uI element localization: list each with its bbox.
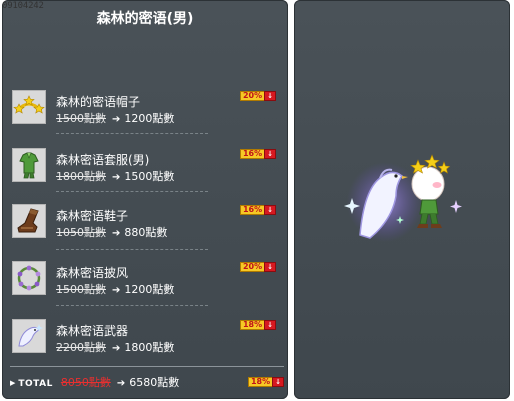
item-price: 1800點數 ➔ 1500點數 <box>56 168 174 184</box>
original-price: 2200點數 <box>56 341 106 354</box>
original-price: 1500點數 <box>56 283 106 296</box>
discount-percent: 16% <box>239 149 265 159</box>
item-name: 森林密语武器 <box>56 324 129 338</box>
row-divider <box>56 133 208 134</box>
item-name: 森林的密语帽子 <box>56 95 141 109</box>
original-price: 1500點數 <box>56 112 106 125</box>
item-name: 森林密语披风 <box>56 266 129 280</box>
arrow-right-icon: ➔ <box>112 114 121 125</box>
white-bird-weapon-icon <box>12 319 46 353</box>
discount-badge: 20% ↓ <box>239 91 276 101</box>
arrow-down-icon: ↓ <box>272 377 284 387</box>
arrow-right-icon: ➔ <box>112 228 121 239</box>
item-name: 森林密语套服(男) <box>56 153 150 167</box>
item-price: 2200點數 ➔ 1800點數 <box>56 339 174 355</box>
item-price: 1050點數 ➔ 880點數 <box>56 224 167 240</box>
arrow-right-icon: ➔ <box>112 285 121 296</box>
triangle-right-icon: ▶ <box>10 379 16 387</box>
item-name: 森林密语鞋子 <box>56 209 129 223</box>
total-label: TOTAL <box>18 379 53 389</box>
row-divider <box>56 191 208 192</box>
arrow-down-icon: ↓ <box>264 205 276 215</box>
sale-price: 1200點數 <box>124 112 175 125</box>
total-sale-price: 6580點數 <box>129 376 180 389</box>
original-price: 1800點數 <box>56 170 106 183</box>
arrow-right-icon: ➔ <box>112 343 121 354</box>
list-item[interactable]: 森林密语披风 1500點數 ➔ 1200點數 20% ↓ <box>12 258 284 300</box>
arrow-down-icon: ↓ <box>264 262 276 272</box>
discount-badge: 20% ↓ <box>239 262 276 272</box>
discount-badge: 16% ↓ <box>239 205 276 215</box>
list-item[interactable]: 森林密语鞋子 1050點數 ➔ 880點數 16% ↓ <box>12 201 284 243</box>
row-divider <box>56 249 208 250</box>
discount-percent: 18% <box>247 377 273 387</box>
sale-price: 880點數 <box>124 226 168 239</box>
sale-price: 1800點數 <box>124 341 175 354</box>
arrow-down-icon: ↓ <box>264 320 276 330</box>
item-id-label: 09104242 <box>2 1 44 11</box>
discount-badge: 16% ↓ <box>239 149 276 159</box>
arrow-down-icon: ↓ <box>264 149 276 159</box>
item-price: 1500點數 ➔ 1200點數 <box>56 281 174 297</box>
package-title: 森林的密语(男) <box>96 11 194 27</box>
brown-boot-icon <box>12 204 46 238</box>
discount-percent: 18% <box>239 320 265 330</box>
arrow-right-icon: ➔ <box>112 172 121 183</box>
discount-percent: 20% <box>239 91 265 101</box>
item-price: 1500點數 ➔ 1200點數 <box>56 110 174 126</box>
total-row: ▶ TOTAL 8050點數 ➔ 6580點數 18% ↓ <box>10 374 286 390</box>
discount-badge: 18% ↓ <box>239 320 276 330</box>
green-outfit-icon <box>12 148 46 182</box>
original-price: 1050點數 <box>56 226 106 239</box>
sale-price: 1500點數 <box>124 170 175 183</box>
total-original-price: 8050點數 <box>60 376 111 389</box>
sale-price: 1200點數 <box>124 283 175 296</box>
total-separator <box>10 366 284 367</box>
arrow-right-icon: ➔ <box>116 378 126 389</box>
list-item[interactable]: 森林密语武器 2200點數 ➔ 1800點數 18% ↓ <box>12 316 284 358</box>
discount-percent: 20% <box>239 262 265 272</box>
star-crown-hat-icon <box>12 90 46 124</box>
row-divider <box>56 305 208 306</box>
total-discount-badge: 18% ↓ <box>247 377 284 387</box>
list-item[interactable]: 森林密语套服(男) 1800點數 ➔ 1500點數 16% ↓ <box>12 145 284 187</box>
arrow-down-icon: ↓ <box>264 91 276 101</box>
package-list-panel: 森林的密语(男) 森林的密语帽子 1500點數 ➔ 1200點數 20% ↓ 森… <box>2 0 288 399</box>
flower-wreath-cape-icon <box>12 261 46 295</box>
shop-package-window: 09104242 森林的密语(男) 森林的密语帽子 1500點數 ➔ 1200點數 … <box>0 0 514 401</box>
list-item[interactable]: 森林的密语帽子 1500點數 ➔ 1200點數 20% ↓ <box>12 87 284 129</box>
character-with-white-bird-icon <box>340 140 470 250</box>
discount-percent: 16% <box>239 205 265 215</box>
